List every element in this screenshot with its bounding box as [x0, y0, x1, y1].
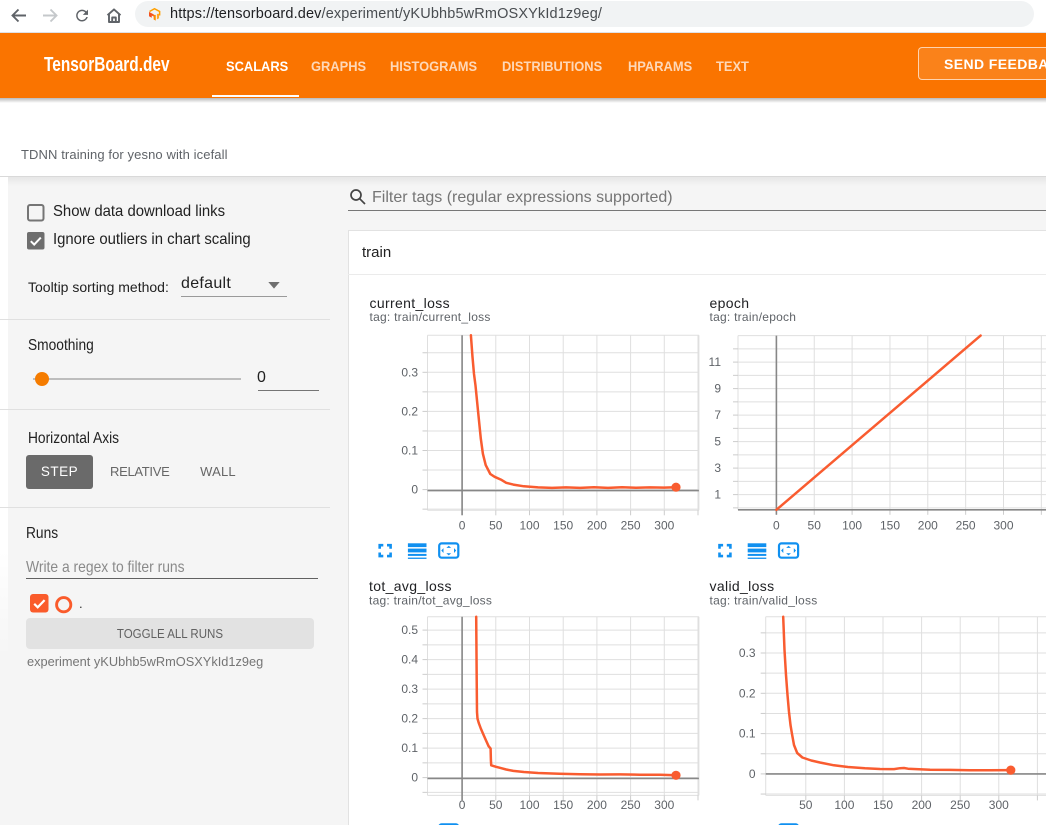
svg-text:current_loss: current_loss — [370, 295, 450, 311]
svg-text:7: 7 — [714, 408, 721, 422]
svg-text:0.2: 0.2 — [401, 404, 418, 418]
svg-text:epoch: epoch — [710, 295, 750, 311]
svg-text:tot_avg_loss: tot_avg_loss — [369, 578, 452, 594]
svg-text:250: 250 — [950, 798, 970, 812]
svg-text:150: 150 — [553, 798, 573, 812]
svg-text:0.5: 0.5 — [401, 623, 418, 637]
svg-text:150: 150 — [880, 519, 900, 533]
svg-text:100: 100 — [834, 798, 854, 812]
svg-text:200: 200 — [587, 519, 607, 533]
svg-text:3: 3 — [714, 461, 721, 475]
svg-text:100: 100 — [842, 519, 862, 533]
svg-text:150: 150 — [553, 519, 573, 533]
svg-text:150: 150 — [873, 798, 893, 812]
svg-text:0: 0 — [459, 519, 466, 533]
svg-text:tag: train/tot_avg_loss: tag: train/tot_avg_loss — [369, 594, 492, 608]
svg-text:0: 0 — [411, 771, 418, 785]
svg-text:250: 250 — [621, 798, 641, 812]
svg-text:0: 0 — [749, 767, 756, 781]
svg-text:200: 200 — [912, 798, 932, 812]
svg-text:0.1: 0.1 — [739, 727, 756, 741]
svg-text:50: 50 — [799, 798, 813, 812]
svg-text:tag: train/valid_loss: tag: train/valid_loss — [710, 594, 818, 608]
svg-text:0.4: 0.4 — [401, 653, 418, 667]
svg-text:0.3: 0.3 — [739, 646, 756, 660]
svg-text:0: 0 — [459, 798, 466, 812]
svg-text:300: 300 — [993, 519, 1013, 533]
svg-text:tag: train/current_loss: tag: train/current_loss — [370, 310, 491, 324]
svg-text:250: 250 — [956, 519, 976, 533]
svg-text:50: 50 — [489, 519, 503, 533]
svg-text:50: 50 — [808, 519, 822, 533]
svg-text:0.2: 0.2 — [401, 712, 418, 726]
svg-text:0.3: 0.3 — [401, 365, 418, 379]
svg-text:11: 11 — [709, 355, 722, 369]
svg-text:50: 50 — [489, 798, 503, 812]
svg-text:0.2: 0.2 — [739, 686, 756, 700]
svg-text:300: 300 — [989, 798, 1009, 812]
svg-text:tag: train/epoch: tag: train/epoch — [710, 310, 797, 324]
svg-text:valid_loss: valid_loss — [710, 578, 775, 594]
svg-text:1: 1 — [714, 488, 721, 502]
svg-text:0: 0 — [411, 483, 418, 497]
svg-text:5: 5 — [714, 435, 721, 449]
svg-text:0: 0 — [773, 519, 780, 533]
svg-text:9: 9 — [714, 382, 721, 396]
svg-text:300: 300 — [654, 798, 674, 812]
svg-text:100: 100 — [519, 519, 539, 533]
svg-text:200: 200 — [587, 798, 607, 812]
svg-text:300: 300 — [654, 519, 674, 533]
svg-text:0.1: 0.1 — [401, 741, 418, 755]
svg-text:100: 100 — [519, 798, 539, 812]
svg-text:250: 250 — [621, 519, 641, 533]
svg-text:0.3: 0.3 — [401, 682, 418, 696]
svg-text:200: 200 — [918, 519, 938, 533]
svg-text:0.1: 0.1 — [401, 444, 418, 458]
